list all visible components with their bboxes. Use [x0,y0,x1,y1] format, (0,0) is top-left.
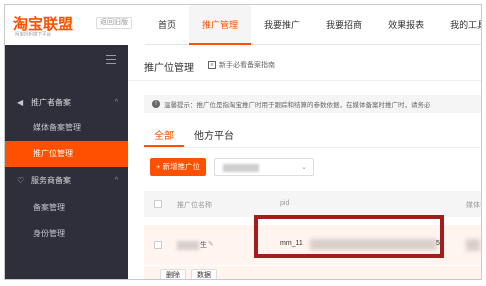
megaphone-icon: ◀ [17,97,24,107]
info-icon: ! [152,100,160,108]
main-nav: 首页 推广管理 我要推广 我要招商 效果报表 我的工具 [145,5,481,45]
sidebar: ◀ 推广者备案 ^ 媒体备案管理 推广位管理 ♡ 服务商备案 ^ 备案管理 身份… [5,45,128,279]
sidebar-item-filing-management[interactable]: 备案管理 [5,195,128,221]
chevron-down-icon: ⌄ [301,164,307,171]
column-header-media: 媒体名 [466,202,481,209]
sidebar-item-adzone-management[interactable]: 推广位管理 [5,141,128,167]
chevron-up-icon: ^ [114,98,118,106]
sidebar-group-promoter-filing[interactable]: ◀ 推广者备案 ^ [5,89,128,115]
filing-guide-link[interactable]: ≡ 新手必看备案指南 [208,60,275,70]
logo[interactable]: 淘宝联盟 阿里妈妈旗下平台 返回旧版 [5,5,145,45]
row-checkbox[interactable] [154,241,162,249]
notice-bar: ! 温馨提示：推广位是指淘宝推广时用于跟踪和结算的参数依据，在媒体备案时推广时，… [144,95,481,113]
sidebar-group-label: 推广者备案 [31,97,71,107]
sidebar-group-service-filing[interactable]: ♡ 服务商备案 ^ [5,167,128,193]
tab-bar: 全部 他方平台 [144,123,244,147]
menu-collapse-icon[interactable] [106,55,116,64]
page-header: 推广位管理 ≡ 新手必看备案指南 [128,45,481,81]
data-button[interactable]: 数据 [191,269,217,279]
pencil-icon[interactable]: ✎ [208,240,214,248]
sidebar-group-label: 服务商备案 [31,175,71,185]
add-adzone-button[interactable]: + 新增推广位 [150,158,206,176]
select-value-redacted [223,164,259,172]
page-title: 推广位管理 [144,63,194,74]
media-name-redacted [466,239,480,251]
tab-divider [144,147,481,148]
name-redacted [177,241,199,250]
media-select[interactable]: ⌄ [214,158,314,176]
chevron-up-icon: ^ [114,176,118,184]
book-icon: ≡ [208,61,216,69]
service-icon: ♡ [17,175,25,185]
tab-third-party[interactable]: 他方平台 [184,123,244,147]
nav-home[interactable]: 首页 [145,5,189,45]
nav-merchant-recruit[interactable]: 我要招商 [313,5,375,45]
table-header: 推广位名称 pid 媒体名 [144,191,481,217]
top-bar: 淘宝联盟 阿里妈妈旗下平台 返回旧版 首页 推广管理 我要推广 我要招商 效果报… [5,5,481,45]
guide-label: 新手必看备案指南 [219,62,275,69]
delete-button[interactable]: 删除 [160,269,186,279]
sidebar-item-identity-management[interactable]: 身份管理 [5,221,128,247]
nav-reports[interactable]: 效果报表 [375,5,437,45]
select-all-checkbox[interactable] [154,200,162,208]
name-suffix: 生 [200,242,207,249]
nav-my-tools[interactable]: 我的工具 [437,5,481,45]
column-header-name: 推广位名称 [177,202,212,209]
sidebar-item-media-filing[interactable]: 媒体备案管理 [5,115,128,141]
nav-promote[interactable]: 我要推广 [251,5,313,45]
logo-subtitle: 阿里妈妈旗下平台 [15,31,52,38]
notice-text: 温馨提示：推广位是指淘宝推广时用于跟踪和结算的参数依据，在媒体备案时推广时，请务… [164,102,431,109]
tab-all[interactable]: 全部 [144,123,184,147]
row-actions: 删除 数据 [144,266,481,279]
nav-promotion-management[interactable]: 推广管理 [189,5,252,45]
back-to-old-version-button[interactable]: 返回旧版 [96,17,132,29]
pid-highlight-box [254,215,444,258]
column-header-pid: pid [280,200,290,207]
